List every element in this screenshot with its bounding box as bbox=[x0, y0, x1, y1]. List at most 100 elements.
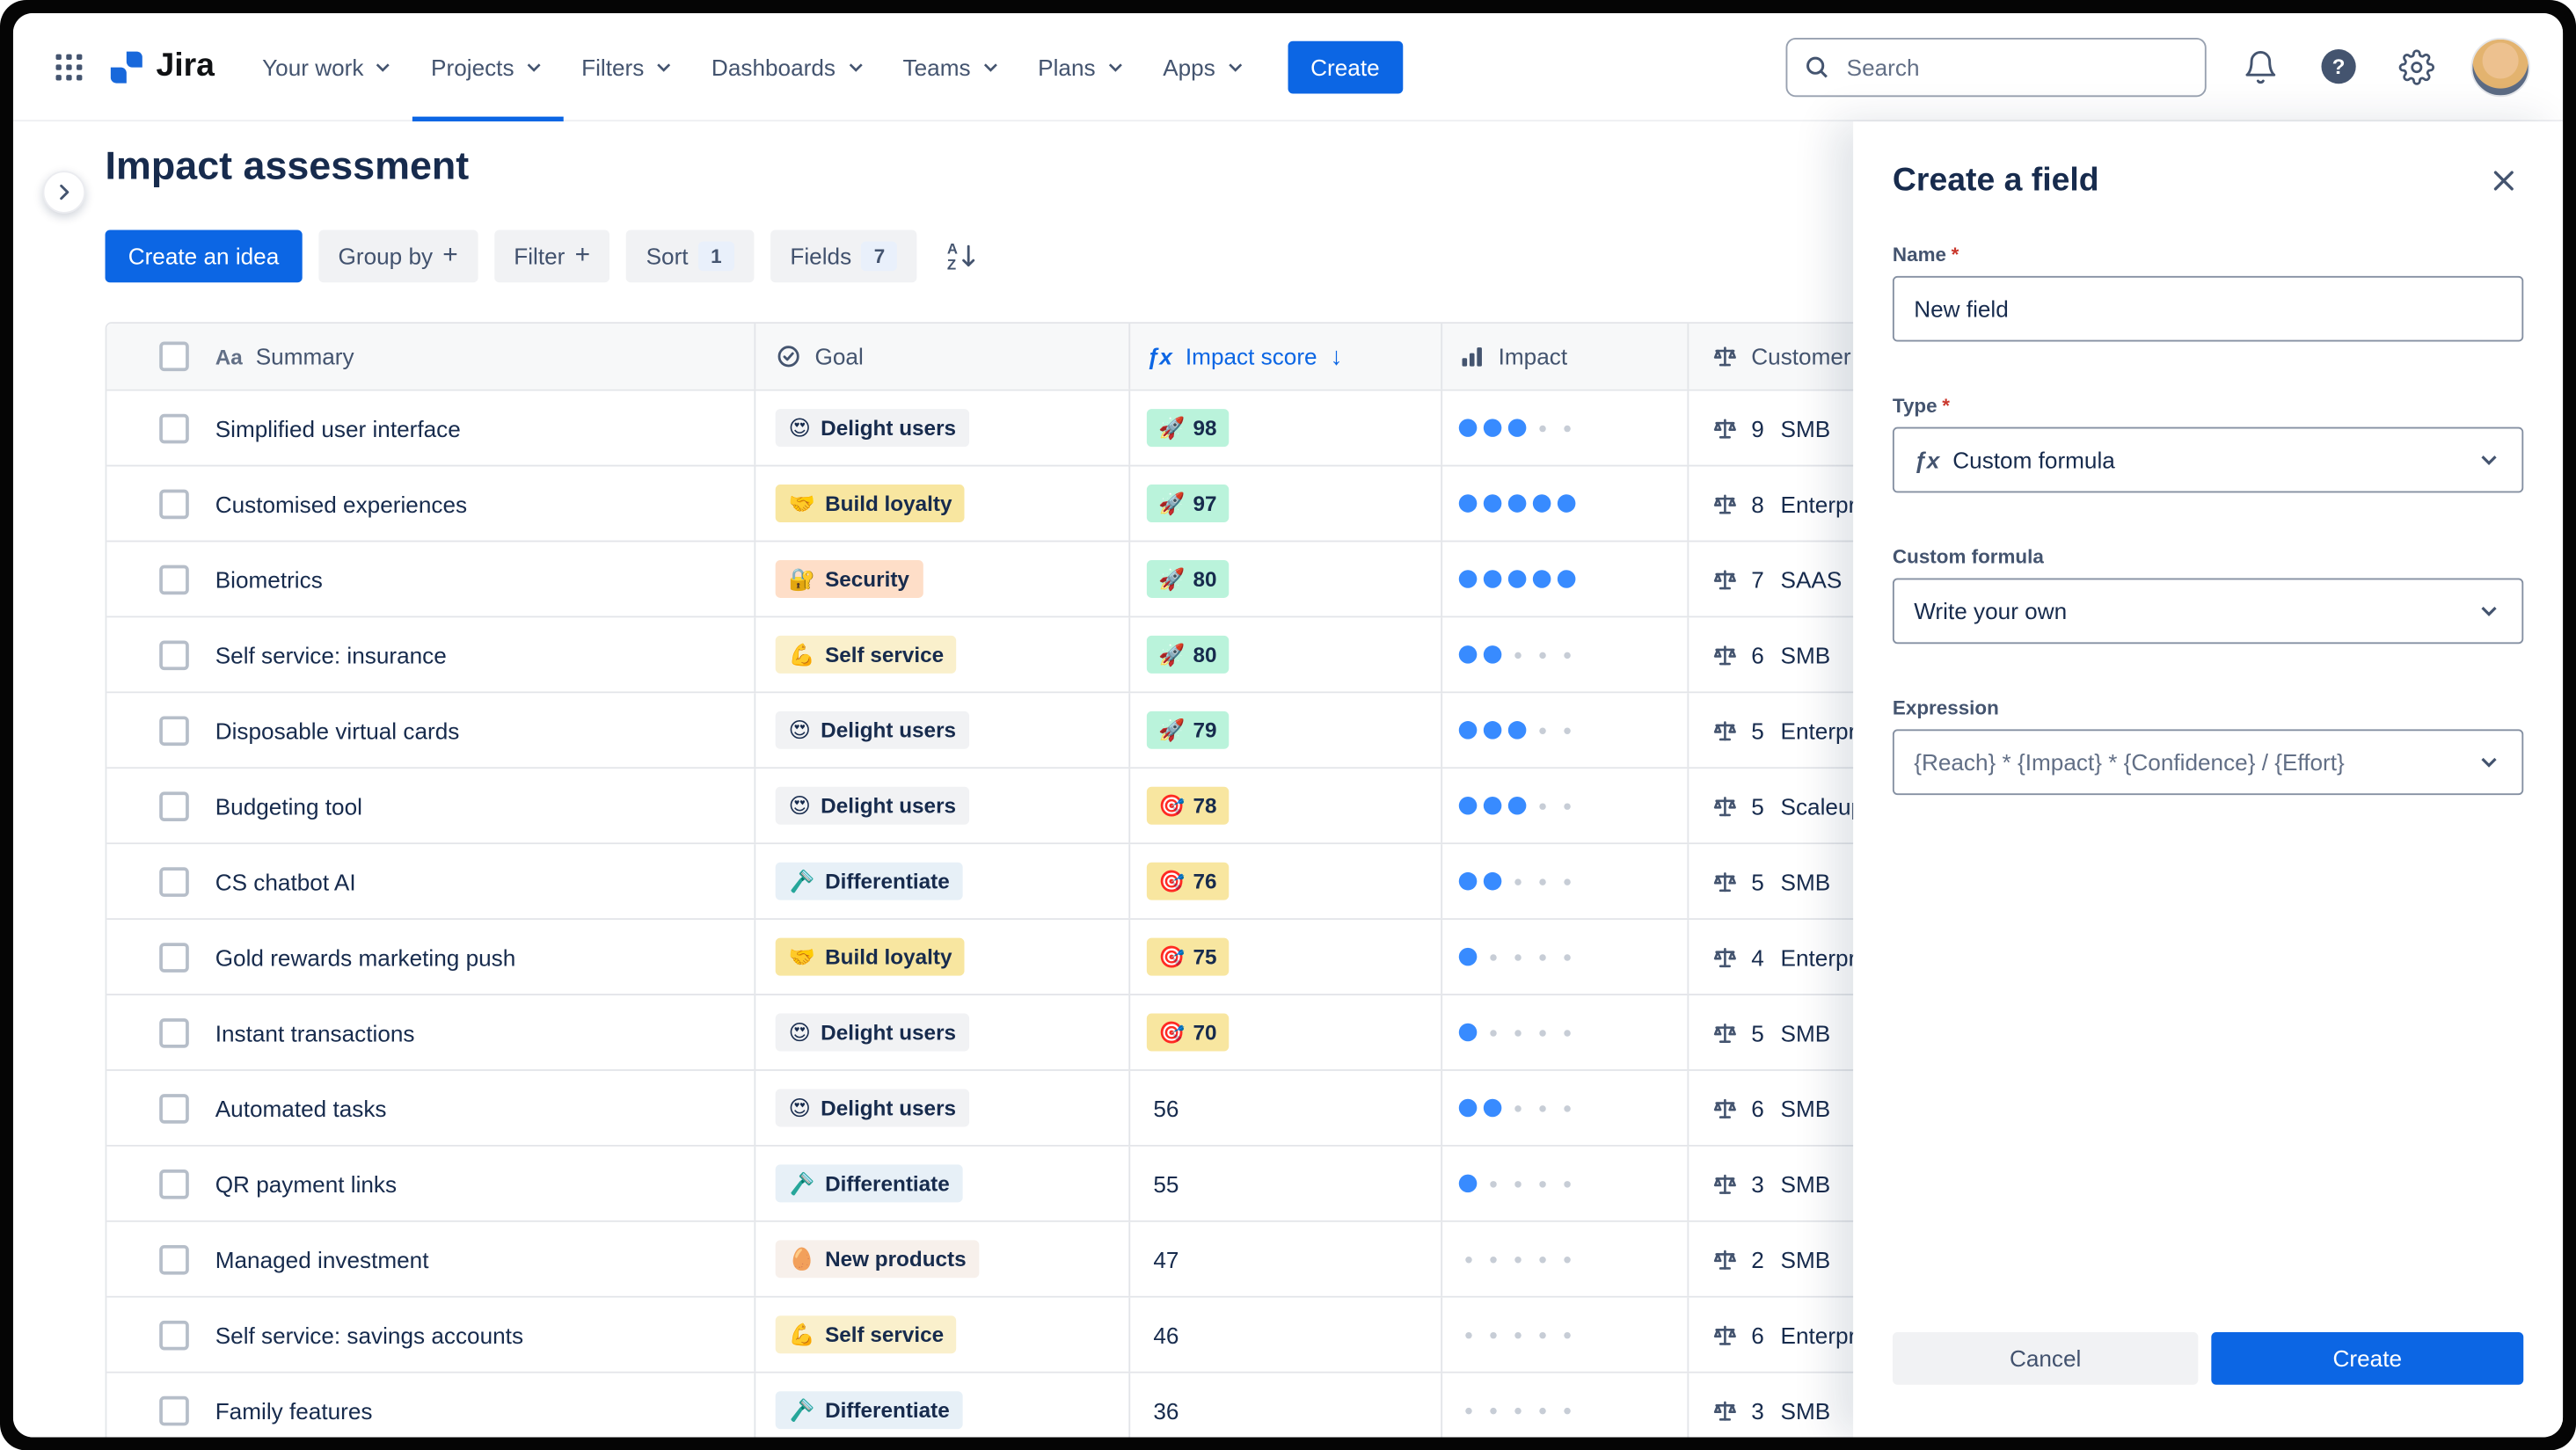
create-field-button[interactable]: Create bbox=[2211, 1331, 2524, 1385]
impact-cell[interactable] bbox=[1441, 769, 1687, 843]
sidebar-expand-button[interactable] bbox=[42, 171, 86, 214]
goal-cell[interactable]: 🤝 Build loyalty bbox=[754, 920, 1128, 995]
notifications-button[interactable] bbox=[2236, 42, 2285, 91]
impact-cell[interactable] bbox=[1441, 617, 1687, 692]
summary-cell[interactable]: Gold rewards marketing push bbox=[202, 920, 755, 994]
goal-cell[interactable]: 🥚 New products bbox=[754, 1221, 1128, 1296]
summary-cell[interactable]: Biometrics bbox=[202, 542, 755, 616]
search-input[interactable] bbox=[1843, 51, 2189, 82]
goal-cell[interactable]: 😍 Delight users bbox=[754, 693, 1128, 768]
impact-score-cell[interactable]: 36 bbox=[1128, 1373, 1441, 1438]
impact-score-column-header[interactable]: ƒx Impact score ↓ bbox=[1128, 323, 1441, 390]
create-idea-button[interactable]: Create an idea bbox=[105, 230, 303, 283]
nav-item-teams[interactable]: Teams bbox=[885, 13, 1020, 120]
row-checkbox[interactable] bbox=[159, 639, 189, 670]
impact-score-cell[interactable]: 🚀 79 bbox=[1128, 693, 1441, 768]
filter-button[interactable]: Filter + bbox=[493, 230, 610, 283]
idea-summary[interactable]: Disposable virtual cards bbox=[215, 717, 460, 743]
impact-score-cell[interactable]: 47 bbox=[1128, 1221, 1441, 1296]
impact-cell[interactable] bbox=[1441, 693, 1687, 768]
idea-summary[interactable]: Customised experiences bbox=[215, 491, 467, 517]
goal-cell[interactable]: 🤝 Build loyalty bbox=[754, 466, 1128, 541]
goal-cell[interactable]: 🔐 Security bbox=[754, 542, 1128, 616]
help-button[interactable]: ? bbox=[2315, 43, 2362, 91]
alphabetical-sort-button[interactable]: A Z bbox=[934, 230, 990, 283]
row-checkbox[interactable] bbox=[159, 942, 189, 972]
row-checkbox[interactable] bbox=[159, 564, 189, 594]
idea-summary[interactable]: Simplified user interface bbox=[215, 415, 461, 441]
idea-summary[interactable]: Gold rewards marketing push bbox=[215, 944, 516, 970]
impact-score-cell[interactable]: 🎯 76 bbox=[1128, 844, 1441, 919]
goal-cell[interactable]: 💪 Self service bbox=[754, 1297, 1128, 1372]
impact-score-cell[interactable]: 🚀 98 bbox=[1128, 390, 1441, 465]
fields-button[interactable]: Fields 7 bbox=[770, 230, 917, 283]
impact-score-cell[interactable]: 46 bbox=[1128, 1297, 1441, 1372]
impact-score-cell[interactable]: 55 bbox=[1128, 1146, 1441, 1220]
summary-cell[interactable]: Self service: insurance bbox=[202, 617, 755, 691]
idea-summary[interactable]: Automated tasks bbox=[215, 1095, 387, 1121]
summary-cell[interactable]: Customised experiences bbox=[202, 467, 755, 541]
idea-summary[interactable]: Self service: savings accounts bbox=[215, 1322, 523, 1348]
cancel-button[interactable]: Cancel bbox=[1892, 1331, 2199, 1385]
idea-summary[interactable]: CS chatbot AI bbox=[215, 868, 356, 894]
impact-cell[interactable] bbox=[1441, 466, 1687, 541]
expression-select[interactable]: {Reach} * {Impact} * {Confidence} / {Eff… bbox=[1892, 729, 2524, 796]
impact-score-cell[interactable]: 🎯 75 bbox=[1128, 920, 1441, 995]
impact-cell[interactable] bbox=[1441, 1297, 1687, 1372]
nav-item-projects[interactable]: Projects bbox=[412, 13, 564, 121]
goal-cell[interactable]: 💪 Self service bbox=[754, 617, 1128, 692]
idea-summary[interactable]: Self service: insurance bbox=[215, 641, 447, 667]
impact-cell[interactable] bbox=[1441, 920, 1687, 995]
jira-logo[interactable]: Jira bbox=[108, 47, 215, 85]
summary-cell[interactable]: Instant transactions bbox=[202, 995, 755, 1069]
impact-score-cell[interactable]: 🎯 70 bbox=[1128, 995, 1441, 1070]
impact-score-cell[interactable]: 🚀 80 bbox=[1128, 542, 1441, 616]
row-checkbox[interactable] bbox=[159, 866, 189, 896]
impact-cell[interactable] bbox=[1441, 542, 1687, 616]
row-checkbox[interactable] bbox=[159, 1169, 189, 1199]
sort-button[interactable]: Sort 1 bbox=[626, 230, 755, 283]
summary-cell[interactable]: Automated tasks bbox=[202, 1071, 755, 1145]
impact-cell[interactable] bbox=[1441, 1221, 1687, 1296]
impact-score-cell[interactable]: 🚀 97 bbox=[1128, 466, 1441, 541]
nav-item-filters[interactable]: Filters bbox=[564, 13, 694, 120]
app-switcher-button[interactable] bbox=[46, 44, 91, 90]
row-checkbox[interactable] bbox=[159, 1093, 189, 1123]
nav-item-your-work[interactable]: Your work bbox=[244, 13, 413, 120]
custom-formula-select[interactable]: Write your own bbox=[1892, 578, 2524, 645]
summary-cell[interactable]: Disposable virtual cards bbox=[202, 693, 755, 767]
group-by-button[interactable]: Group by + bbox=[318, 230, 478, 283]
settings-button[interactable] bbox=[2392, 42, 2441, 91]
idea-summary[interactable]: Instant transactions bbox=[215, 1019, 415, 1046]
summary-cell[interactable]: Budgeting tool bbox=[202, 769, 755, 842]
nav-item-plans[interactable]: Plans bbox=[1020, 13, 1145, 120]
row-checkbox[interactable] bbox=[159, 488, 189, 519]
impact-cell[interactable] bbox=[1441, 1070, 1687, 1145]
goal-cell[interactable]: 😍 Delight users bbox=[754, 769, 1128, 843]
close-panel-button[interactable] bbox=[2484, 161, 2523, 200]
goal-column-header[interactable]: Goal bbox=[754, 323, 1128, 390]
goal-cell[interactable]: 🪒 Differentiate bbox=[754, 1373, 1128, 1438]
user-avatar[interactable] bbox=[2470, 37, 2530, 97]
idea-summary[interactable]: QR payment links bbox=[215, 1170, 397, 1197]
nav-item-apps[interactable]: Apps bbox=[1145, 13, 1265, 120]
row-checkbox[interactable] bbox=[159, 1395, 189, 1425]
nav-item-dashboards[interactable]: Dashboards bbox=[693, 13, 885, 120]
select-all-checkbox[interactable] bbox=[159, 341, 189, 372]
impact-cell[interactable] bbox=[1441, 1146, 1687, 1220]
idea-summary[interactable]: Biometrics bbox=[215, 566, 323, 593]
impact-score-cell[interactable]: 🎯 78 bbox=[1128, 769, 1441, 843]
row-checkbox[interactable] bbox=[159, 1244, 189, 1274]
goal-cell[interactable]: 🪒 Differentiate bbox=[754, 1146, 1128, 1220]
row-checkbox[interactable] bbox=[159, 412, 189, 443]
goal-cell[interactable]: 🪒 Differentiate bbox=[754, 844, 1128, 919]
goal-cell[interactable]: 😍 Delight users bbox=[754, 390, 1128, 465]
row-checkbox[interactable] bbox=[159, 1017, 189, 1047]
idea-summary[interactable]: Managed investment bbox=[215, 1246, 429, 1272]
summary-cell[interactable]: QR payment links bbox=[202, 1147, 755, 1220]
impact-cell[interactable] bbox=[1441, 844, 1687, 919]
row-checkbox[interactable] bbox=[159, 715, 189, 746]
summary-cell[interactable]: Self service: savings accounts bbox=[202, 1298, 755, 1372]
goal-cell[interactable]: 😍 Delight users bbox=[754, 995, 1128, 1070]
global-create-button[interactable]: Create bbox=[1288, 40, 1403, 93]
